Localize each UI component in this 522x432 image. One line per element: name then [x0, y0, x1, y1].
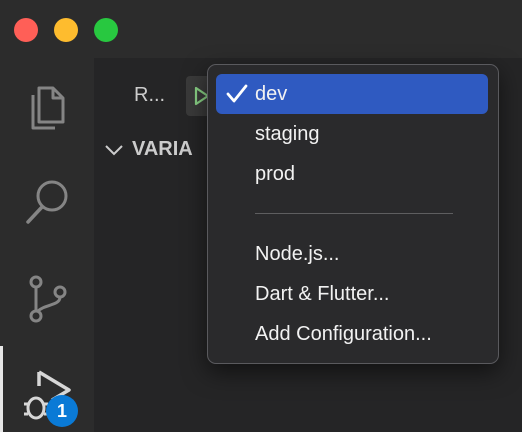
launch-config-dropdown: dev staging prod Node.js... Dart & Flutt… — [207, 64, 499, 364]
config-option-dev[interactable]: dev — [216, 74, 488, 114]
minimize-window-button[interactable] — [54, 18, 78, 42]
active-indicator — [0, 346, 3, 432]
activity-search[interactable] — [0, 156, 94, 236]
chevron-down-icon — [105, 144, 123, 155]
files-icon — [31, 86, 65, 130]
activity-source-control[interactable] — [0, 254, 94, 334]
search-icon — [26, 180, 68, 224]
config-option-staging[interactable]: staging — [216, 114, 488, 154]
debug-badge: 1 — [46, 395, 78, 427]
source-control-icon — [29, 275, 67, 323]
variables-section-header[interactable]: VARIA — [104, 138, 193, 161]
activity-bar: 1 — [0, 58, 94, 432]
checkmark-icon — [226, 84, 248, 103]
config-option-label: prod — [255, 162, 296, 185]
config-option-prod[interactable]: prod — [216, 154, 488, 194]
action-label: Add Configuration... — [255, 322, 432, 345]
config-option-label: staging — [255, 122, 320, 145]
zoom-window-button[interactable] — [94, 18, 118, 42]
close-window-button[interactable] — [14, 18, 38, 42]
add-dart-flutter-config-item[interactable]: Dart & Flutter... — [216, 274, 488, 314]
config-option-label: dev — [255, 82, 288, 105]
run-view-title: R... — [134, 84, 166, 106]
variables-section-title: VARIA — [132, 138, 193, 160]
add-nodejs-config-item[interactable]: Node.js... — [216, 234, 488, 274]
dropdown-separator — [255, 213, 453, 214]
action-label: Node.js... — [255, 242, 340, 265]
activity-explorer[interactable] — [0, 62, 94, 142]
add-configuration-item[interactable]: Add Configuration... — [216, 314, 488, 354]
title-bar — [0, 0, 522, 58]
action-label: Dart & Flutter... — [255, 282, 390, 305]
